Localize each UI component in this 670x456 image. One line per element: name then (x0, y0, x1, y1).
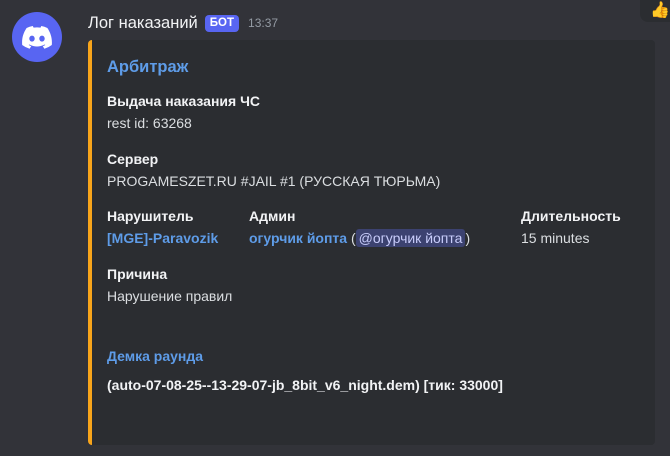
close-paren: ) (465, 230, 471, 246)
field-name: Длительность (521, 208, 621, 224)
reaction-button[interactable]: 👍 (640, 0, 670, 22)
field-issue: Выдача наказания ЧС rest id: 63268 (107, 93, 260, 131)
field-name: Админ (249, 208, 296, 224)
demo-filename: (auto-07-08-25--13-29-07-jb_8bit_v6_nigh… (107, 377, 503, 393)
field-name: Сервер (107, 151, 159, 167)
embed-title[interactable]: Арбитраж (107, 58, 188, 77)
field-name: Причина (107, 266, 168, 282)
field-duration: Длительность 15 minutes (521, 208, 621, 246)
message-header: Лог наказаний БОТ 13:37 (88, 11, 278, 35)
field-value: rest id: 63268 (107, 115, 192, 131)
field-name: Нарушитель (107, 208, 194, 224)
discord-message-view: Лог наказаний БОТ 13:37 👍 Арбитраж Выдач… (0, 0, 670, 456)
field-value: Нарушение правил (107, 288, 233, 304)
author-name[interactable]: Лог наказаний (88, 14, 198, 33)
message-timestamp[interactable]: 13:37 (248, 16, 278, 30)
field-server: Сервер PROGAMESZET.RU #JAIL #1 (РУССКАЯ … (107, 151, 440, 189)
field-reason: Причина Нарушение правил (107, 266, 232, 304)
field-name: Выдача наказания ЧС (107, 93, 261, 109)
field-value: огурчик йопта (@огурчик йопта) (249, 229, 471, 247)
avatar[interactable] (12, 12, 62, 62)
field-violator: Нарушитель [MGE]-Paravozik (107, 208, 218, 246)
thumbs-up-icon: 👍 (650, 2, 670, 19)
demo-link[interactable]: Демка раунда (107, 348, 503, 364)
admin-link[interactable]: огурчик йопта (249, 230, 347, 246)
open-paren: ( (350, 230, 356, 246)
field-admin: Админ огурчик йопта (@огурчик йопта) (249, 208, 471, 247)
field-demo: Демка раунда (auto-07-08-25--13-29-07-jb… (107, 348, 503, 393)
violator-link[interactable]: [MGE]-Paravozik (107, 230, 218, 246)
embed-card: Арбитраж Выдача наказания ЧС rest id: 63… (88, 40, 655, 445)
field-value: 15 minutes (521, 230, 590, 246)
field-value: PROGAMESZET.RU #JAIL #1 (РУССКАЯ ТЮРЬМА) (107, 173, 441, 189)
discord-logo-icon (22, 25, 52, 49)
bot-badge: БОТ (204, 14, 240, 32)
admin-mention[interactable]: @огурчик йопта (355, 229, 466, 247)
